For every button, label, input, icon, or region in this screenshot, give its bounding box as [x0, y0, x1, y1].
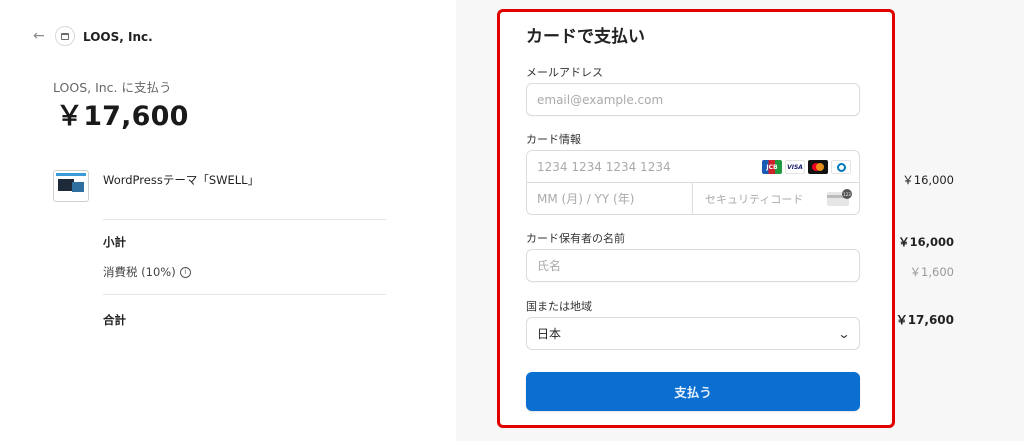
- tax-value: ￥1,600: [909, 265, 954, 279]
- visa-icon: VISA: [785, 160, 805, 174]
- cardholder-name-label: カード保有者の名前: [526, 232, 625, 245]
- total-label: 合計: [103, 313, 126, 327]
- form-title: カードで支払い: [526, 27, 645, 47]
- country-label: 国または地域: [526, 300, 592, 313]
- country-select[interactable]: 日本 ⌄: [526, 317, 860, 350]
- product-name: WordPressテーマ「SWELL」: [103, 173, 260, 187]
- mastercard-icon: [808, 160, 828, 174]
- subtotal-value: ￥16,000: [898, 235, 954, 249]
- country-value: 日本: [537, 327, 562, 341]
- subtotal-label: 小計: [103, 235, 126, 249]
- pay-button[interactable]: 支払う: [526, 372, 860, 411]
- info-icon[interactable]: i: [179, 266, 191, 278]
- diners-club-icon: [831, 160, 851, 174]
- jcb-icon: JCB: [762, 160, 782, 174]
- product-price: ￥16,000: [902, 173, 954, 187]
- arrow-left-icon[interactable]: ←: [33, 28, 47, 44]
- divider: [103, 219, 386, 220]
- chevron-down-icon: ⌄: [837, 326, 851, 341]
- merchant-name: LOOS, Inc.: [83, 30, 153, 44]
- tax-label-row: 消費税 (10%) i: [103, 265, 191, 279]
- total-value: ￥17,600: [895, 313, 954, 327]
- email-label: メールアドレス: [526, 66, 603, 79]
- email-field[interactable]: email@example.com: [526, 83, 860, 116]
- divider: [103, 294, 386, 295]
- total-amount: ￥17,600: [56, 101, 189, 132]
- card-brands: JCB VISA: [762, 160, 851, 174]
- product-thumbnail: [53, 170, 89, 202]
- tax-label: 消費税 (10%): [103, 265, 176, 279]
- card-info-label: カード情報: [526, 133, 581, 146]
- cvc-card-icon: 123: [827, 189, 852, 206]
- cardholder-name-field[interactable]: 氏名: [526, 249, 860, 282]
- card-info-group: 1234 1234 1234 1234 JCB VISA MM (月) / YY…: [526, 150, 860, 215]
- order-summary-panel: [0, 0, 456, 441]
- pay-to-label: LOOS, Inc. に支払う: [53, 80, 172, 95]
- card-expiry-field[interactable]: MM (月) / YY (年): [527, 183, 693, 214]
- store-icon: [55, 26, 75, 46]
